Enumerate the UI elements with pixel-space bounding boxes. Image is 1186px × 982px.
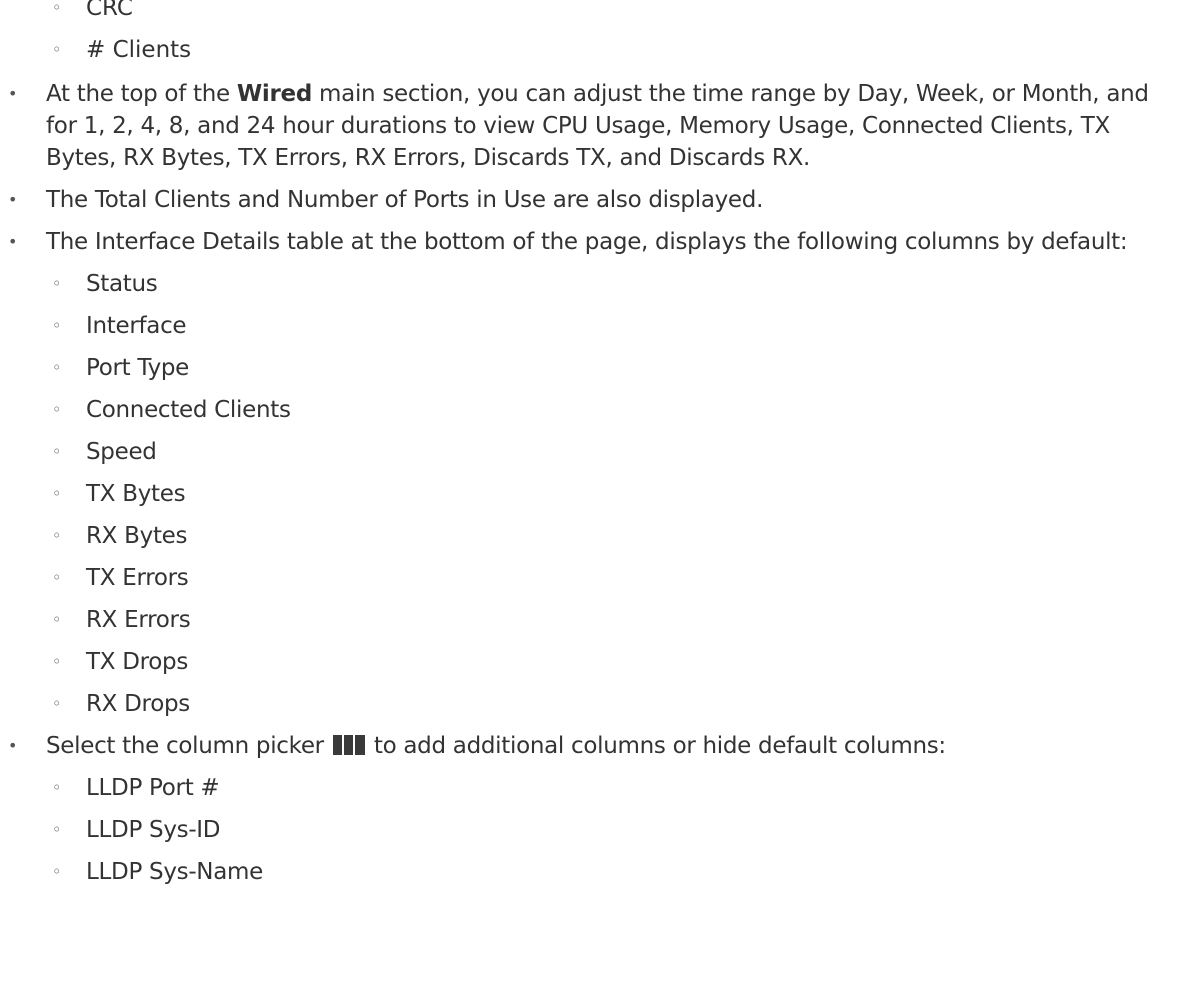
list-item: TX Bytes [46, 478, 1186, 510]
list-item: TX Drops [46, 646, 1186, 678]
bullet-text: The Interface Details table at the botto… [46, 229, 1128, 255]
bullet-text: to add additional columns or hide defaul… [366, 733, 946, 759]
list-item: # Clients [46, 34, 1186, 66]
list-item: RX Errors [46, 604, 1186, 636]
bullet-text: At the top of the [46, 81, 237, 107]
column-picker-icon [332, 735, 365, 755]
continued-sublist: CRC # Clients [0, 0, 1186, 66]
bullet-text: Select the column picker [46, 733, 331, 759]
extra-columns-list: LLDP Port # LLDP Sys-ID LLDP Sys-Name [46, 772, 1186, 888]
list-item: Interface [46, 310, 1186, 342]
bullet-column-picker: Select the column picker to add addition… [0, 730, 1186, 888]
bullet-interface-table: The Interface Details table at the botto… [0, 226, 1186, 720]
default-columns-list: Status Interface Port Type Connected Cli… [46, 268, 1186, 720]
bullet-time-range: At the top of the Wired main section, yo… [0, 78, 1186, 174]
list-item: LLDP Sys-Name [46, 856, 1186, 888]
list-item: Status [46, 268, 1186, 300]
list-item: TX Errors [46, 562, 1186, 594]
list-item: RX Drops [46, 688, 1186, 720]
list-item: RX Bytes [46, 520, 1186, 552]
bold-term-wired: Wired [236, 81, 313, 107]
list-item: LLDP Port # [46, 772, 1186, 804]
list-item: LLDP Sys-ID [46, 814, 1186, 846]
list-item: Speed [46, 436, 1186, 468]
document-body: CRC # Clients At the top of the Wired ma… [0, 0, 1186, 974]
list-item: CRC [46, 0, 1186, 24]
list-item: Port Type [46, 352, 1186, 384]
bullet-totals: The Total Clients and Number of Ports in… [0, 184, 1186, 216]
bullet-list: At the top of the Wired main section, yo… [0, 78, 1186, 888]
list-item: Connected Clients [46, 394, 1186, 426]
